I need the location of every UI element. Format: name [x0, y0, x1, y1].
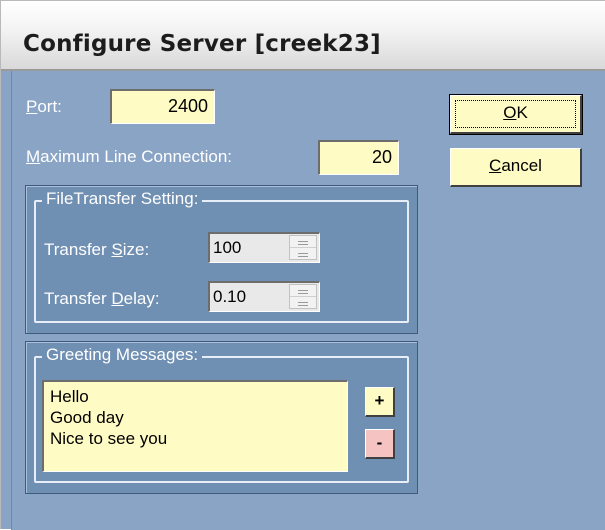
list-item[interactable]: Hello [50, 386, 341, 407]
remove-greeting-button[interactable]: - [365, 429, 395, 459]
greeting-messages-list[interactable]: Hello Good day Nice to see you [42, 380, 348, 472]
max-line-connection-input[interactable]: 20 [318, 140, 399, 175]
spin-up-icon[interactable] [290, 236, 316, 248]
transfer-delay-spinner[interactable]: 0.10 [208, 281, 320, 312]
transfer-size-spin-arrows[interactable] [289, 235, 317, 260]
port-input[interactable]: 2400 [110, 89, 215, 124]
transfer-delay-value[interactable]: 0.10 [213, 283, 246, 310]
port-label: Port: [26, 97, 62, 116]
spin-up-icon[interactable] [290, 285, 316, 297]
list-item[interactable]: Nice to see you [50, 428, 341, 449]
file-transfer-caption: FileTransfer Setting: [42, 189, 203, 209]
transfer-delay-spin-arrows[interactable] [289, 284, 317, 309]
cancel-button[interactable]: Cancel [450, 148, 582, 187]
list-item[interactable]: Good day [50, 407, 341, 428]
dialog-body: Port: 2400 Maximum Line Connection: 20 O… [11, 71, 605, 530]
focus-rectangle [455, 100, 576, 128]
title-bar[interactable]: Configure Server [creek23] [1, 1, 605, 71]
file-transfer-group: FileTransfer Setting: Transfer Size: 100… [25, 185, 418, 334]
configure-server-dialog: Configure Server [creek23] Port: 2400 Ma… [0, 0, 605, 530]
dialog-title: Configure Server [creek23] [23, 31, 381, 57]
add-greeting-button[interactable]: + [365, 387, 395, 417]
transfer-size-label: Transfer Size: [44, 240, 150, 259]
transfer-delay-label: Transfer Delay: [44, 289, 160, 308]
spin-down-icon[interactable] [290, 297, 316, 309]
transfer-size-spinner[interactable]: 100 [208, 232, 320, 263]
greeting-messages-group: Greeting Messages: Hello Good day Nice t… [25, 341, 418, 494]
ok-button[interactable]: OK [449, 94, 583, 135]
max-line-connection-label: Maximum Line Connection: [26, 147, 232, 166]
greeting-messages-caption: Greeting Messages: [42, 345, 203, 365]
transfer-size-value[interactable]: 100 [213, 234, 241, 261]
spin-down-icon[interactable] [290, 248, 316, 260]
